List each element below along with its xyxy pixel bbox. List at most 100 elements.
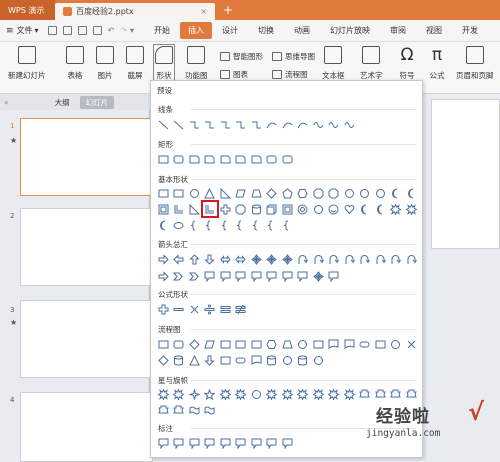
chart-button[interactable]: 图表 bbox=[220, 69, 248, 80]
rect-shape-icon[interactable] bbox=[249, 337, 263, 351]
redo-icon[interactable]: ↷ bbox=[120, 26, 127, 35]
moon-shape-icon[interactable] bbox=[156, 218, 170, 232]
snip-shape-icon[interactable] bbox=[249, 152, 263, 166]
para-shape-icon[interactable] bbox=[203, 337, 217, 351]
arrowR-shape-icon[interactable] bbox=[156, 269, 170, 283]
save-icon[interactable] bbox=[47, 26, 57, 35]
rect-shape-icon[interactable] bbox=[156, 337, 170, 351]
rect-shape-icon[interactable] bbox=[311, 337, 325, 351]
new-tab-button[interactable]: + bbox=[215, 0, 241, 20]
curve-shape-icon[interactable] bbox=[265, 117, 279, 131]
smile-shape-icon[interactable] bbox=[327, 202, 341, 216]
uturn-shape-icon[interactable] bbox=[389, 252, 403, 266]
uturn-shape-icon[interactable] bbox=[358, 252, 372, 266]
callout-shape-icon[interactable] bbox=[172, 436, 186, 450]
frame-shape-icon[interactable] bbox=[280, 202, 294, 216]
ribbon-shape-icon[interactable] bbox=[156, 403, 170, 417]
donut-shape-icon[interactable] bbox=[296, 202, 310, 216]
callout-shape-icon[interactable] bbox=[218, 436, 232, 450]
moon-shape-icon[interactable] bbox=[373, 202, 387, 216]
rrect-shape-icon[interactable] bbox=[172, 152, 186, 166]
menu-view[interactable]: 视图 bbox=[416, 25, 452, 36]
slide-thumbnail-3[interactable] bbox=[20, 300, 153, 378]
star5-shape-icon[interactable] bbox=[203, 387, 217, 401]
equal-shape-icon[interactable] bbox=[218, 302, 232, 316]
quad-shape-icon[interactable] bbox=[265, 252, 279, 266]
brace-shape-icon[interactable] bbox=[218, 218, 232, 232]
uturn-shape-icon[interactable] bbox=[373, 252, 387, 266]
minus-shape-icon[interactable] bbox=[172, 302, 186, 316]
print-preview-icon[interactable] bbox=[92, 26, 102, 35]
document-tab[interactable]: 百度经验2.pptx × bbox=[55, 3, 215, 20]
term-shape-icon[interactable] bbox=[234, 353, 248, 367]
star4-shape-icon[interactable] bbox=[187, 387, 201, 401]
brace-shape-icon[interactable] bbox=[249, 218, 263, 232]
function-chart-button[interactable]: 功能图 bbox=[185, 46, 208, 81]
term-shape-icon[interactable] bbox=[358, 337, 372, 351]
elbow-shape-icon[interactable] bbox=[187, 117, 201, 131]
elbow-shape-icon[interactable] bbox=[218, 117, 232, 131]
rtri-shape-icon[interactable] bbox=[187, 202, 201, 216]
chevron-down-icon[interactable]: ▾ bbox=[130, 26, 134, 35]
menu-insert[interactable]: 插入 bbox=[179, 22, 212, 39]
print-icon[interactable] bbox=[77, 26, 87, 35]
rect-shape-icon[interactable] bbox=[172, 186, 186, 200]
squiggle-shape-icon[interactable] bbox=[342, 117, 356, 131]
can-shape-icon[interactable] bbox=[249, 202, 263, 216]
picture-button[interactable]: 图片 bbox=[96, 46, 114, 81]
slide-thumbnail-2[interactable] bbox=[20, 208, 153, 286]
diamond-shape-icon[interactable] bbox=[187, 337, 201, 351]
rect-shape-icon[interactable] bbox=[156, 152, 170, 166]
burst-shape-icon[interactable] bbox=[156, 387, 170, 401]
doc-shape-icon[interactable] bbox=[342, 337, 356, 351]
menu-developer[interactable]: 开发 bbox=[452, 25, 488, 36]
tab-outline[interactable]: 大纲 bbox=[49, 96, 76, 109]
quad-shape-icon[interactable] bbox=[249, 252, 263, 266]
callout-shape-icon[interactable] bbox=[203, 269, 217, 283]
circle-shape-icon[interactable] bbox=[296, 337, 310, 351]
elbow-shape-icon[interactable] bbox=[203, 117, 217, 131]
uturn-shape-icon[interactable] bbox=[342, 252, 356, 266]
pent-shape-icon[interactable] bbox=[280, 186, 294, 200]
arrowD-shape-icon[interactable] bbox=[203, 353, 217, 367]
callout-shape-icon[interactable] bbox=[249, 269, 263, 283]
circle-shape-icon[interactable] bbox=[358, 186, 372, 200]
line-shape-icon[interactable] bbox=[172, 117, 186, 131]
callout-shape-icon[interactable] bbox=[280, 436, 294, 450]
art-text-button[interactable]: 艺术字 bbox=[360, 46, 383, 81]
trap-shape-icon[interactable] bbox=[249, 186, 263, 200]
brace-shape-icon[interactable] bbox=[187, 218, 201, 232]
moon-shape-icon[interactable] bbox=[404, 186, 418, 200]
screenshot-button[interactable]: 截屏 bbox=[126, 46, 144, 81]
arrowR-shape-icon[interactable] bbox=[156, 252, 170, 266]
uturn-shape-icon[interactable] bbox=[296, 252, 310, 266]
new-slide-button[interactable]: 新建幻灯片 bbox=[8, 46, 46, 81]
textbox-button[interactable]: 文本框 bbox=[322, 46, 345, 81]
burst-shape-icon[interactable] bbox=[311, 387, 325, 401]
burst-shape-icon[interactable] bbox=[327, 387, 341, 401]
quad-shape-icon[interactable] bbox=[280, 252, 294, 266]
brace-shape-icon[interactable] bbox=[203, 218, 217, 232]
doc-shape-icon[interactable] bbox=[327, 337, 341, 351]
oct-shape-icon[interactable] bbox=[311, 186, 325, 200]
circle-shape-icon[interactable] bbox=[311, 202, 325, 216]
chevron-shape-icon[interactable] bbox=[187, 269, 201, 283]
callout-shape-icon[interactable] bbox=[265, 436, 279, 450]
callout-shape-icon[interactable] bbox=[280, 269, 294, 283]
chevron-shape-icon[interactable] bbox=[172, 269, 186, 283]
callout-shape-icon[interactable] bbox=[296, 269, 310, 283]
para-shape-icon[interactable] bbox=[234, 186, 248, 200]
rrect-shape-icon[interactable] bbox=[265, 152, 279, 166]
circle-shape-icon[interactable] bbox=[389, 337, 403, 351]
tab-slides[interactable]: 幻灯片 bbox=[79, 95, 115, 109]
snip-shape-icon[interactable] bbox=[234, 152, 248, 166]
oct-shape-icon[interactable] bbox=[327, 186, 341, 200]
hex-shape-icon[interactable] bbox=[296, 186, 310, 200]
can-shape-icon[interactable] bbox=[296, 353, 310, 367]
squiggle-shape-icon[interactable] bbox=[311, 117, 325, 131]
brace-shape-icon[interactable] bbox=[280, 218, 294, 232]
brace-shape-icon[interactable] bbox=[265, 218, 279, 232]
circle-shape-icon[interactable] bbox=[187, 186, 201, 200]
callout-shape-icon[interactable] bbox=[265, 269, 279, 283]
ribbon-shape-icon[interactable] bbox=[404, 387, 418, 401]
